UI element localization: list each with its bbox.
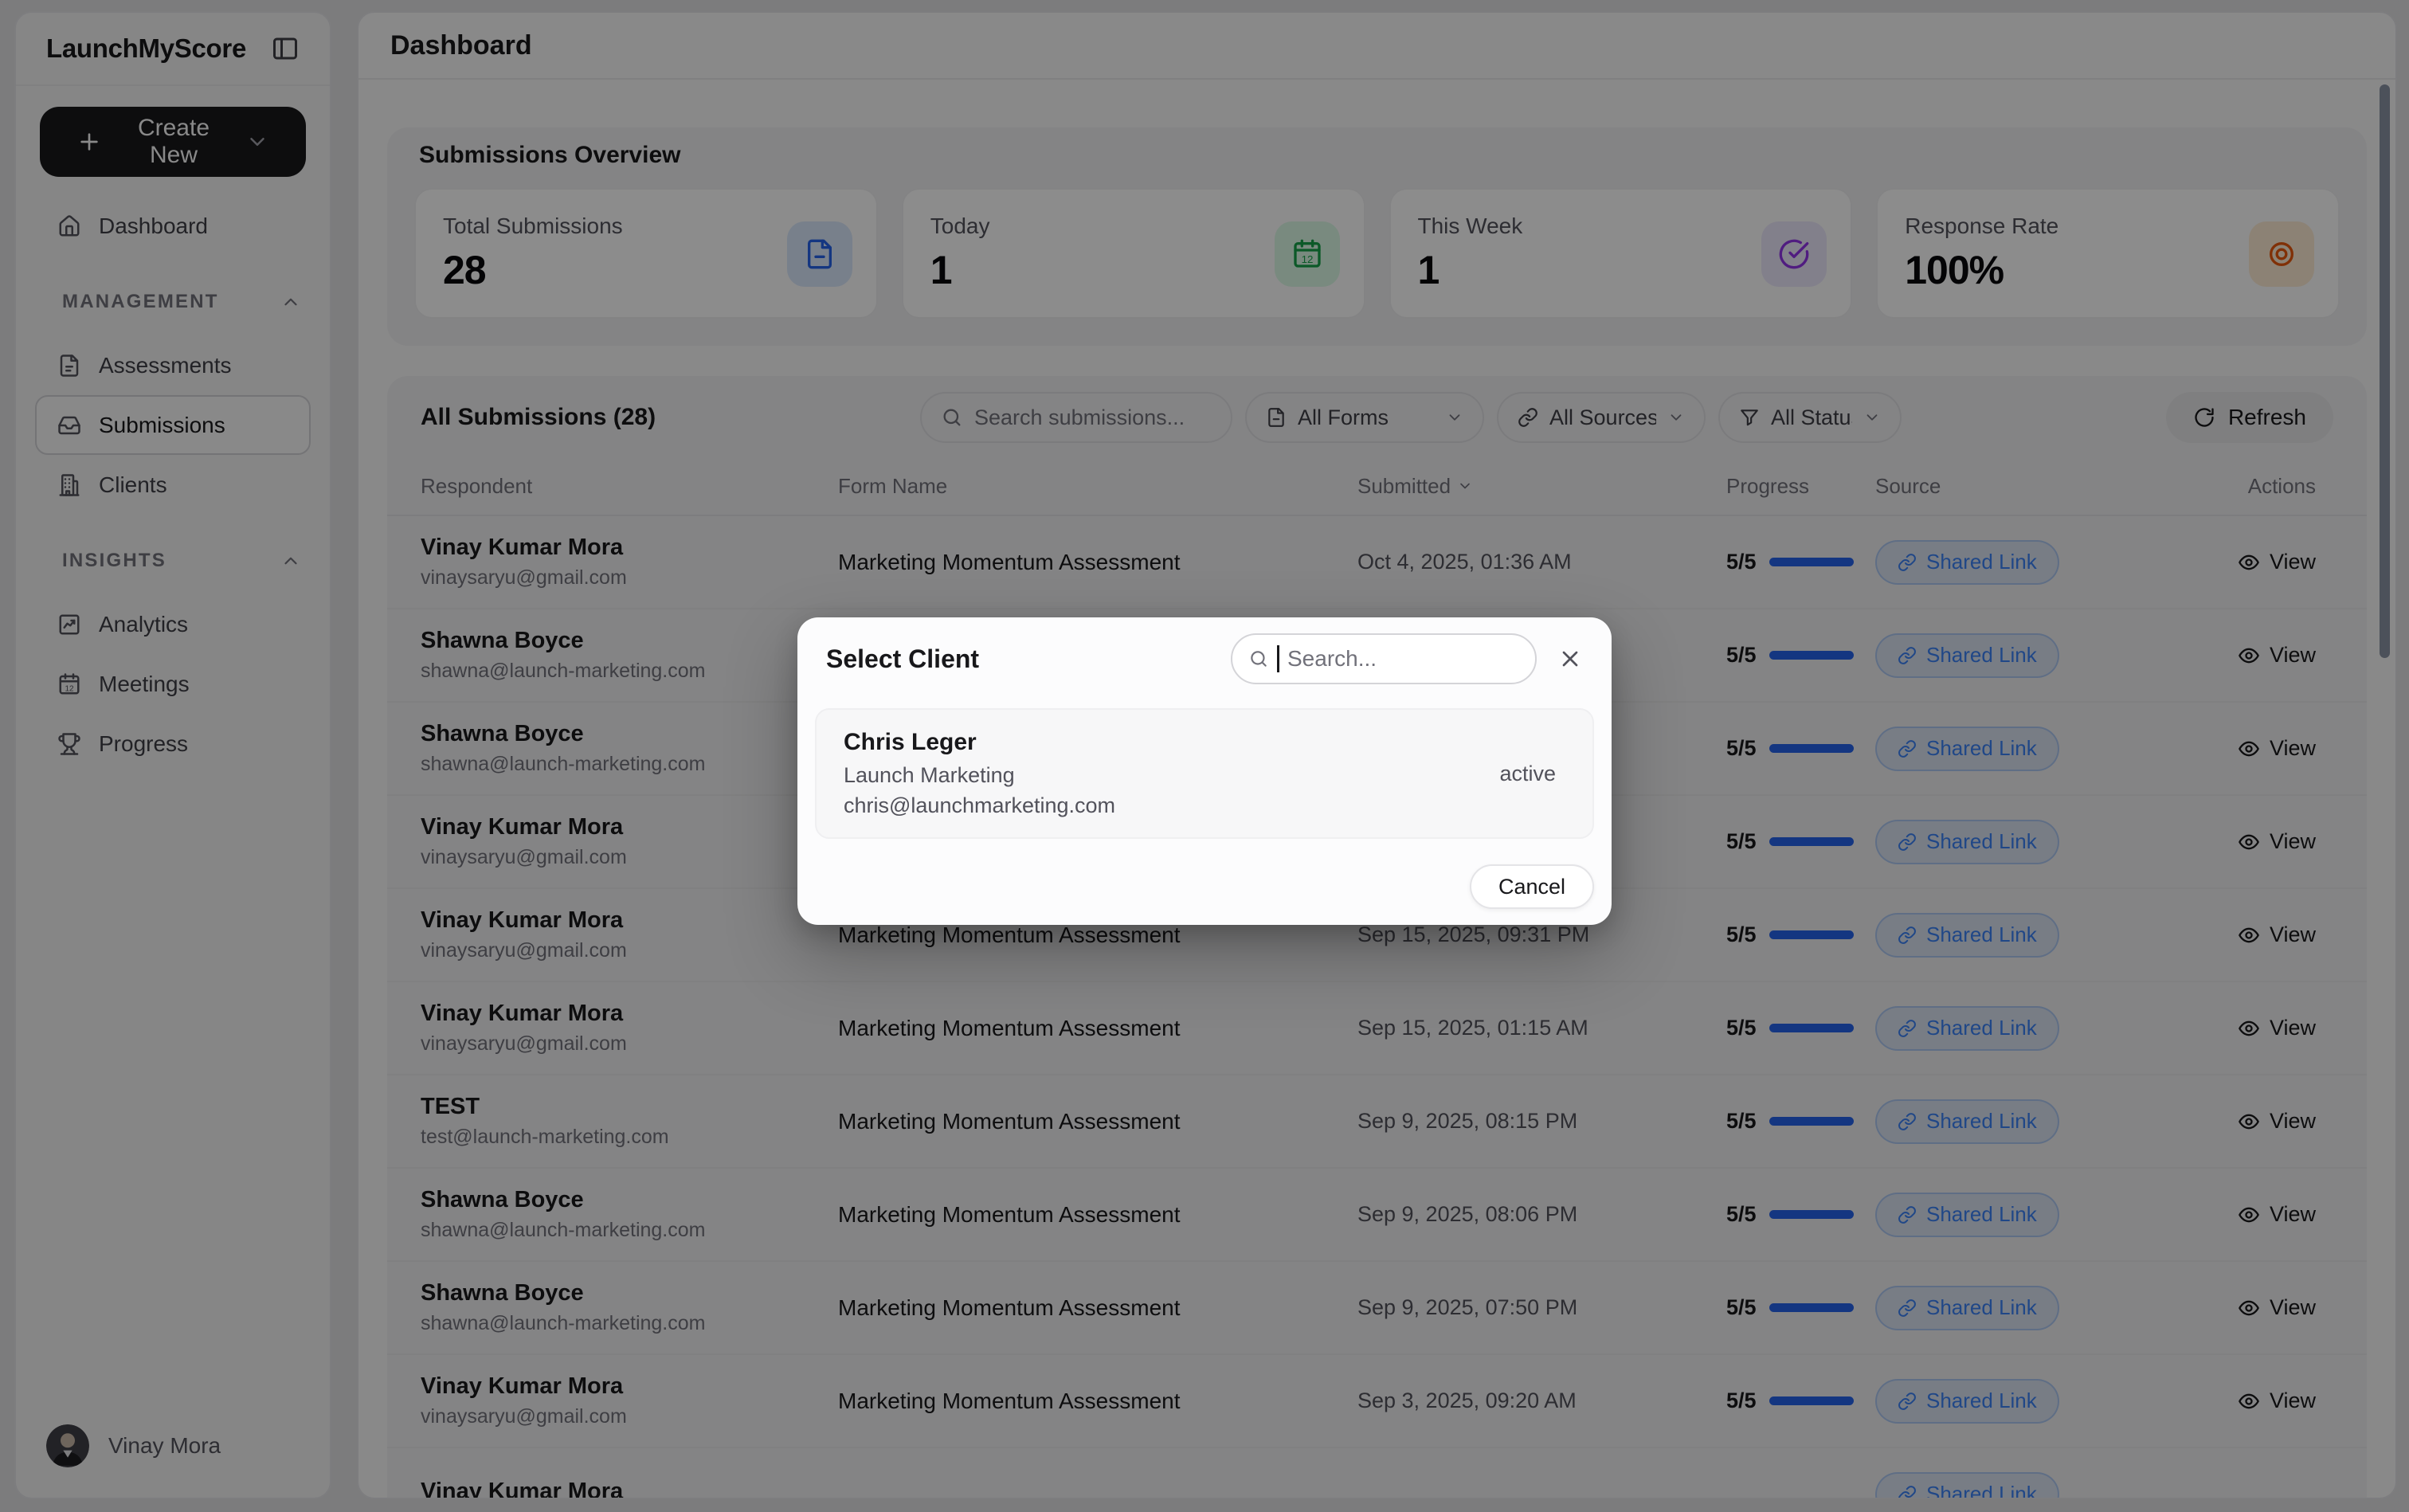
client-company: Launch Marketing xyxy=(844,763,1115,788)
close-icon xyxy=(1557,646,1583,672)
client-search-input[interactable] xyxy=(1287,646,1519,672)
close-button[interactable] xyxy=(1557,646,1583,672)
modal-title: Select Client xyxy=(826,644,979,674)
search-icon xyxy=(1248,648,1269,669)
modal-footer: Cancel xyxy=(815,864,1594,909)
client-status-badge: active xyxy=(1499,762,1565,786)
client-search[interactable] xyxy=(1231,633,1537,684)
client-email: chris@launchmarketing.com xyxy=(844,793,1115,818)
client-info: Chris Leger Launch Marketing chris@launc… xyxy=(844,729,1115,818)
client-option[interactable]: Chris Leger Launch Marketing chris@launc… xyxy=(815,708,1594,839)
cancel-button[interactable]: Cancel xyxy=(1470,864,1594,909)
text-cursor xyxy=(1277,645,1279,672)
modal-header: Select Client xyxy=(815,617,1594,684)
select-client-modal: Select Client Chris Leger Launch Marketi… xyxy=(797,617,1612,925)
client-name: Chris Leger xyxy=(844,729,1115,756)
